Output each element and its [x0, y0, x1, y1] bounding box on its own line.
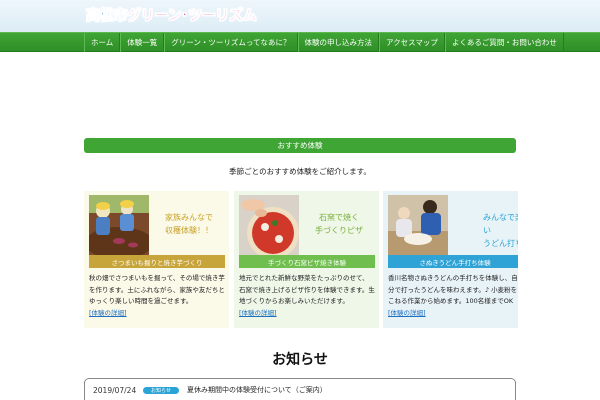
- nav-item-about[interactable]: グリーン・ツーリズムってなあに？: [164, 33, 298, 52]
- news-category-badge: お知らせ: [143, 386, 179, 394]
- card-title-label[interactable]: さつまいも掘りと焼き芋づくり: [89, 255, 225, 268]
- card-title-label[interactable]: さぬきうどん手打ち体験: [388, 255, 518, 268]
- experience-card[interactable]: みんなで楽しい うどん打ち さぬきうどん手打ち体験 香川名物さぬきうどんの手打ち…: [383, 191, 518, 328]
- card-photo-pizza[interactable]: [239, 195, 299, 255]
- site-header: 高松市 グリーン･ツーリズム: [0, 0, 600, 32]
- nav-item-access[interactable]: アクセスマップ: [379, 33, 445, 52]
- card-title-label[interactable]: 手づくり石窯ピザ焼き体験: [239, 255, 375, 268]
- card-catch-line2: 収穫体験！！: [165, 226, 213, 235]
- card-description: 秋の畑でさつまいもを掘って、その場で焼き芋を作ります。土にふれながら、家族や友だ…: [89, 273, 225, 319]
- card-catchcopy: 家族みんなで 収穫体験！！: [152, 211, 226, 237]
- section-heading: おすすめ体験: [84, 138, 516, 153]
- card-detail-link[interactable]: [体験の詳細]: [89, 309, 127, 317]
- card-catch-line2: 手づくりピザ: [315, 226, 363, 235]
- news-list: 2019/07/24 お知らせ 夏休み期間中の体験受付について（ご案内）: [84, 378, 516, 400]
- experience-card[interactable]: 家族みんなで 収穫体験！！ さつまいも掘りと焼き芋づくり 秋の畑でさつまいもを掘…: [84, 191, 229, 328]
- card-text: 地元でとれた新鮮な野菜をたっぷりのせて、石窯で焼き上げるピザ作りを体験できます。…: [239, 274, 375, 305]
- experience-card[interactable]: 石窯で焼く 手づくりピザ 手づくり石窯ピザ焼き体験 地元でとれた新鮮な野菜をたっ…: [234, 191, 379, 328]
- news-heading: お知らせ: [272, 352, 328, 368]
- card-catch-line1: 家族みんなで: [165, 213, 213, 222]
- news-item[interactable]: 2019/07/24 お知らせ 夏休み期間中の体験受付について（ご案内）: [93, 384, 327, 396]
- logo-city-text: 高松市: [86, 8, 128, 25]
- card-detail-link[interactable]: [体験の詳細]: [388, 309, 426, 317]
- nav-item-experiences[interactable]: 体験一覧: [120, 33, 165, 52]
- card-text: 香川名物さぬきうどんの手打ちを体験し、自分で打ったうどんを味わえます。♪ 小麦粉…: [388, 274, 518, 305]
- card-catchcopy: 石窯で焼く 手づくりピザ: [302, 211, 376, 237]
- news-date: 2019/07/24: [93, 385, 137, 395]
- card-catch-line1: 石窯で焼く: [319, 213, 359, 222]
- nav-item-apply[interactable]: 体験の申し込み方法: [297, 33, 380, 52]
- card-catchcopy: みんなで楽しい うどん打ち: [483, 211, 518, 250]
- card-catch-line2: うどん打ち: [483, 239, 518, 248]
- card-description: 地元でとれた新鮮な野菜をたっぷりのせて、石窯で焼き上げるピザ作りを体験できます。…: [239, 273, 375, 319]
- nav-list: ホーム 体験一覧 グリーン・ツーリズムってなあに？ 体験の申し込み方法 アクセス…: [84, 33, 564, 52]
- card-catch-line1: みんなで楽しい: [483, 213, 518, 235]
- logo-greentourism-text: グリーン･ツーリズム: [127, 8, 257, 25]
- card-description: 香川名物さぬきうどんの手打ちを体験し、自分で打ったうどんを味わえます。♪ 小麦粉…: [388, 273, 518, 319]
- nav-item-home[interactable]: ホーム: [84, 33, 121, 52]
- card-text: 秋の畑でさつまいもを掘って、その場で焼き芋を作ります。土にふれながら、家族や友だ…: [89, 274, 225, 305]
- nav-item-faq[interactable]: よくあるご質問・お問い合わせ: [444, 33, 564, 52]
- card-photo-udon[interactable]: [388, 195, 448, 255]
- site-logo[interactable]: 高松市 グリーン･ツーリズム: [86, 4, 257, 26]
- global-nav: ホーム 体験一覧 グリーン・ツーリズムってなあに？ 体験の申し込み方法 アクセス…: [0, 32, 600, 52]
- card-photo-potato[interactable]: [89, 195, 149, 255]
- card-detail-link[interactable]: [体験の詳細]: [239, 309, 277, 317]
- news-item-link[interactable]: 夏休み期間中の体験受付について（ご案内）: [187, 385, 327, 395]
- section-description: 季節ごとのおすすめ体験をご紹介します。: [229, 167, 371, 176]
